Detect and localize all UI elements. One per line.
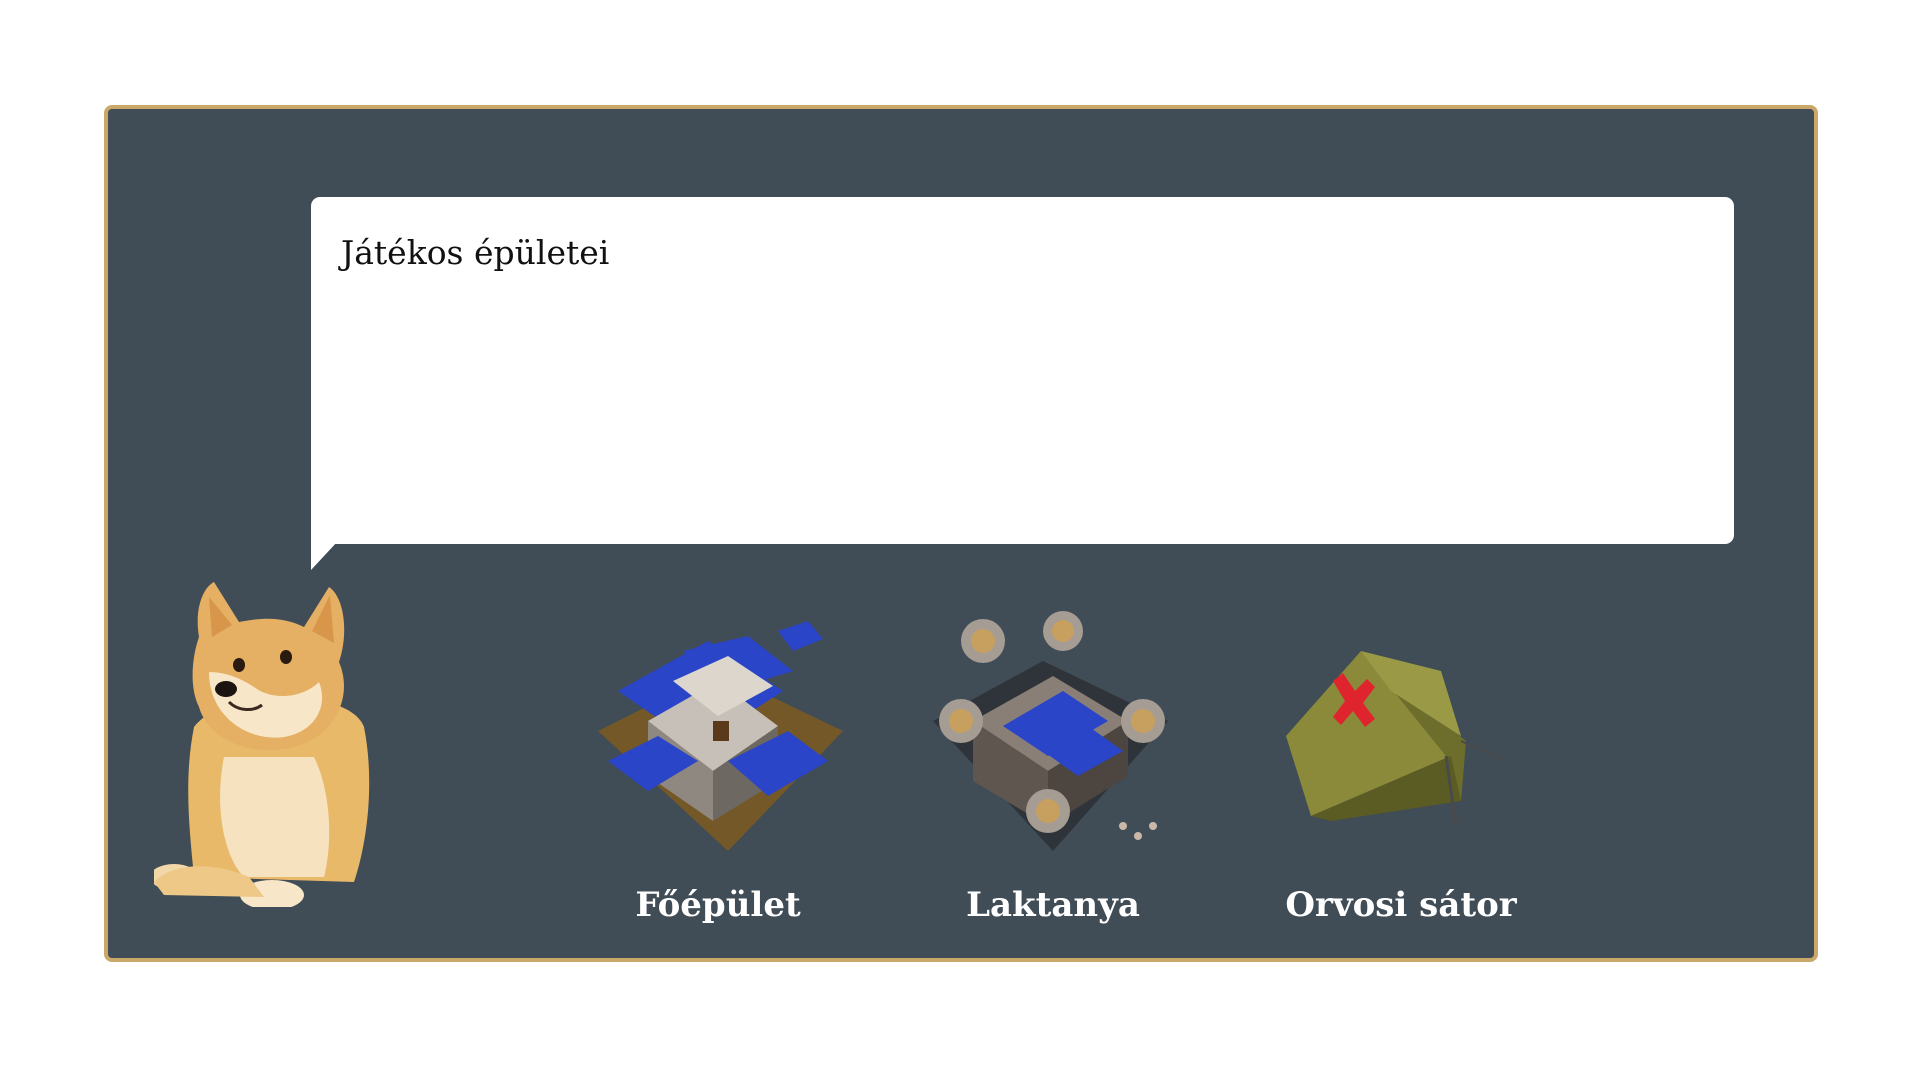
dialog-title: Játékos épületei: [341, 233, 610, 272]
building-label: Orvosi sátor: [1285, 885, 1517, 925]
speech-bubble: Játékos épületei: [311, 197, 1734, 570]
building-main[interactable]: Főépület: [588, 611, 848, 941]
building-label: Laktanya: [966, 885, 1140, 925]
medical-tent-icon: [1286, 651, 1507, 827]
doge-mascot-icon: [154, 582, 370, 907]
castle-main-building-icon: [598, 621, 843, 851]
building-barracks[interactable]: Laktanya: [923, 611, 1183, 941]
barracks-fortress-icon: [933, 611, 1168, 851]
building-label: Főépület: [635, 885, 801, 925]
buildings-panel: Játékos épületei Főépület Laktanya Orvos…: [104, 105, 1818, 962]
building-medical-tent[interactable]: Orvosi sátor: [1271, 611, 1531, 941]
speech-bubble-tail: [311, 527, 351, 570]
